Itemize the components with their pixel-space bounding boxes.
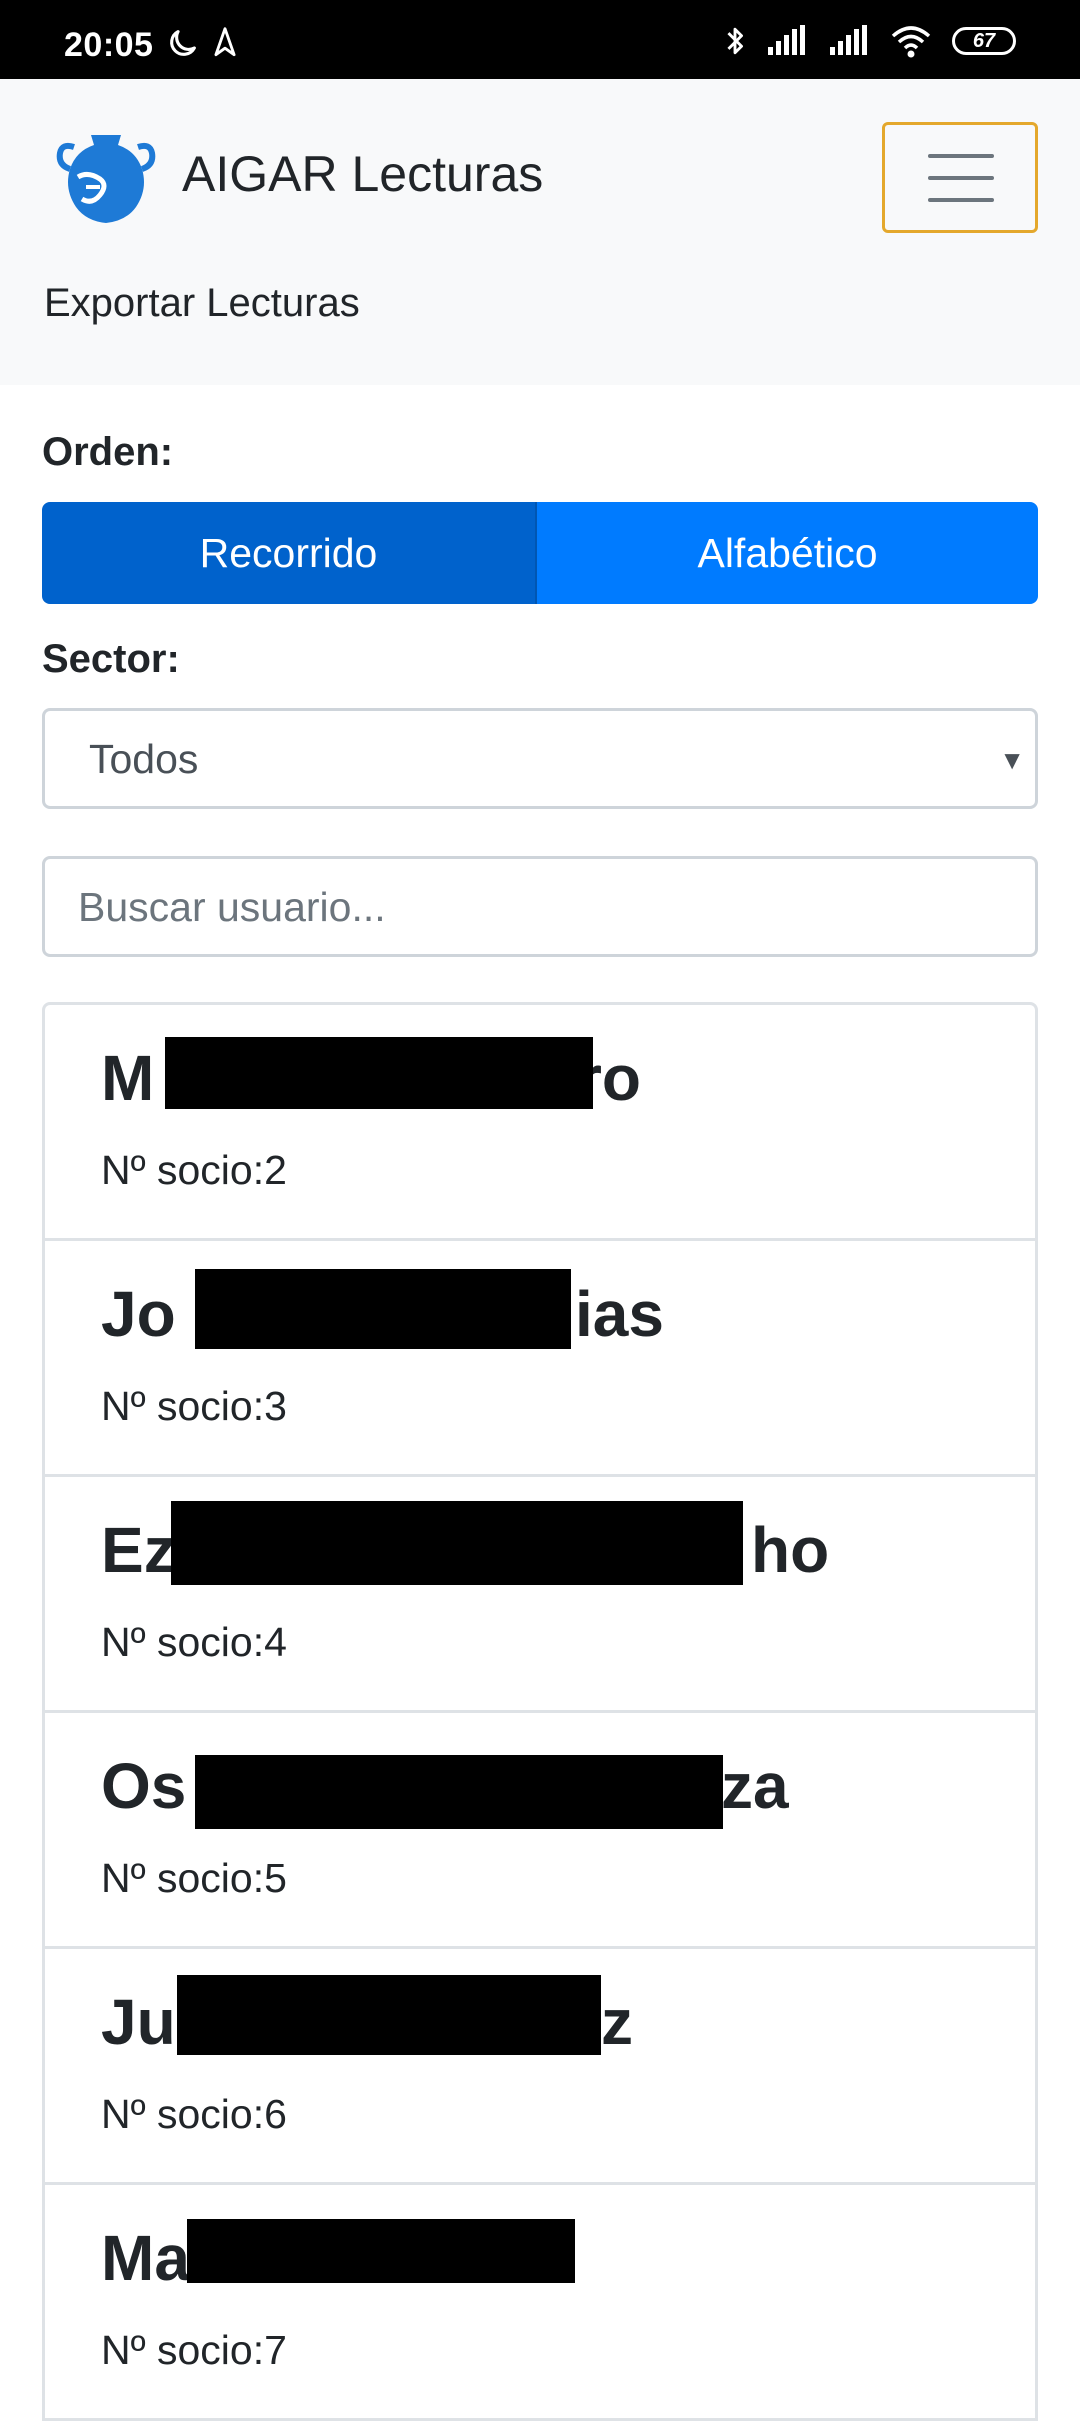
user-socio-number: Nº socio:7: [101, 2327, 287, 2373]
user-name-end: z: [601, 1986, 633, 2058]
redaction-block: [195, 1269, 571, 1349]
list-item[interactable]: Os za Nº socio:5: [45, 1713, 1035, 1949]
user-name-start: Jo: [101, 1278, 176, 1350]
amphora-logo-icon[interactable]: [56, 129, 156, 229]
moon-icon: [170, 30, 196, 56]
hamburger-icon: [928, 176, 994, 180]
search-placeholder: Buscar usuario...: [78, 884, 386, 930]
status-left-icons: [166, 26, 238, 60]
sector-select[interactable]: Todos ▼: [42, 708, 1038, 809]
menu-toggle-button[interactable]: [882, 122, 1038, 233]
list-item[interactable]: M ro Nº socio:2: [45, 1005, 1035, 1241]
redaction-block: [177, 1975, 601, 2055]
orden-alfabetico-button[interactable]: Alfabético: [537, 502, 1038, 604]
search-input[interactable]: Buscar usuario...: [42, 856, 1038, 957]
status-time: 20:05: [64, 26, 154, 64]
user-list: M ro Nº socio:2 Jo ias Nº socio:3 Ez ho …: [42, 1002, 1038, 2421]
redaction-block: [195, 1755, 723, 1829]
hamburger-icon: [928, 198, 994, 202]
navbar: AIGAR Lecturas Exportar Lecturas: [0, 79, 1080, 385]
user-name-end: ias: [575, 1278, 664, 1350]
user-name-end: za: [721, 1750, 789, 1822]
user-socio-number: Nº socio:3: [101, 1383, 287, 1429]
user-name-start: Ju: [101, 1986, 176, 2058]
navigation-icon: [214, 27, 236, 57]
signal-icon: [830, 25, 867, 55]
list-item[interactable]: Jo ias Nº socio:3: [45, 1241, 1035, 1477]
user-socio-number: Nº socio:5: [101, 1855, 287, 1901]
battery-icon: 67: [952, 27, 1016, 55]
sector-selected-value: Todos: [89, 736, 199, 782]
redaction-block: [165, 1037, 593, 1109]
list-item[interactable]: Ma Nº socio:7: [45, 2185, 1035, 2421]
user-name-start: M: [101, 1042, 155, 1114]
user-socio-number: Nº socio:6: [101, 2091, 287, 2137]
user-socio-number: Nº socio:2: [101, 1147, 287, 1193]
user-name-start: Os: [101, 1750, 187, 1822]
bluetooth-icon: [727, 27, 743, 55]
battery-level: 67: [972, 29, 996, 52]
brand-title[interactable]: AIGAR Lecturas: [182, 145, 543, 203]
hamburger-icon: [928, 154, 994, 158]
wifi-icon: [891, 26, 931, 58]
orden-button-group: Recorrido Alfabético: [42, 502, 1038, 604]
list-item[interactable]: Ju z Nº socio:6: [45, 1949, 1035, 2185]
user-name-end: ho: [751, 1514, 830, 1586]
status-bar: 20:05 67: [0, 0, 1080, 79]
user-name-start: Ma: [101, 2222, 190, 2294]
export-readings-link[interactable]: Exportar Lecturas: [44, 281, 360, 326]
redaction-block: [171, 1501, 743, 1585]
user-socio-number: Nº socio:4: [101, 1619, 287, 1665]
dropdown-arrow-icon: ▼: [999, 745, 1025, 775]
status-right-icons: 67: [724, 24, 1016, 58]
signal-icon: [768, 25, 805, 55]
redaction-block: [187, 2219, 575, 2283]
user-name-start: Ez: [101, 1514, 176, 1586]
sector-label: Sector:: [42, 637, 180, 681]
list-item[interactable]: Ez ho Nº socio:4: [45, 1477, 1035, 1713]
orden-label: Orden:: [42, 430, 174, 474]
orden-recorrido-button[interactable]: Recorrido: [42, 502, 537, 604]
